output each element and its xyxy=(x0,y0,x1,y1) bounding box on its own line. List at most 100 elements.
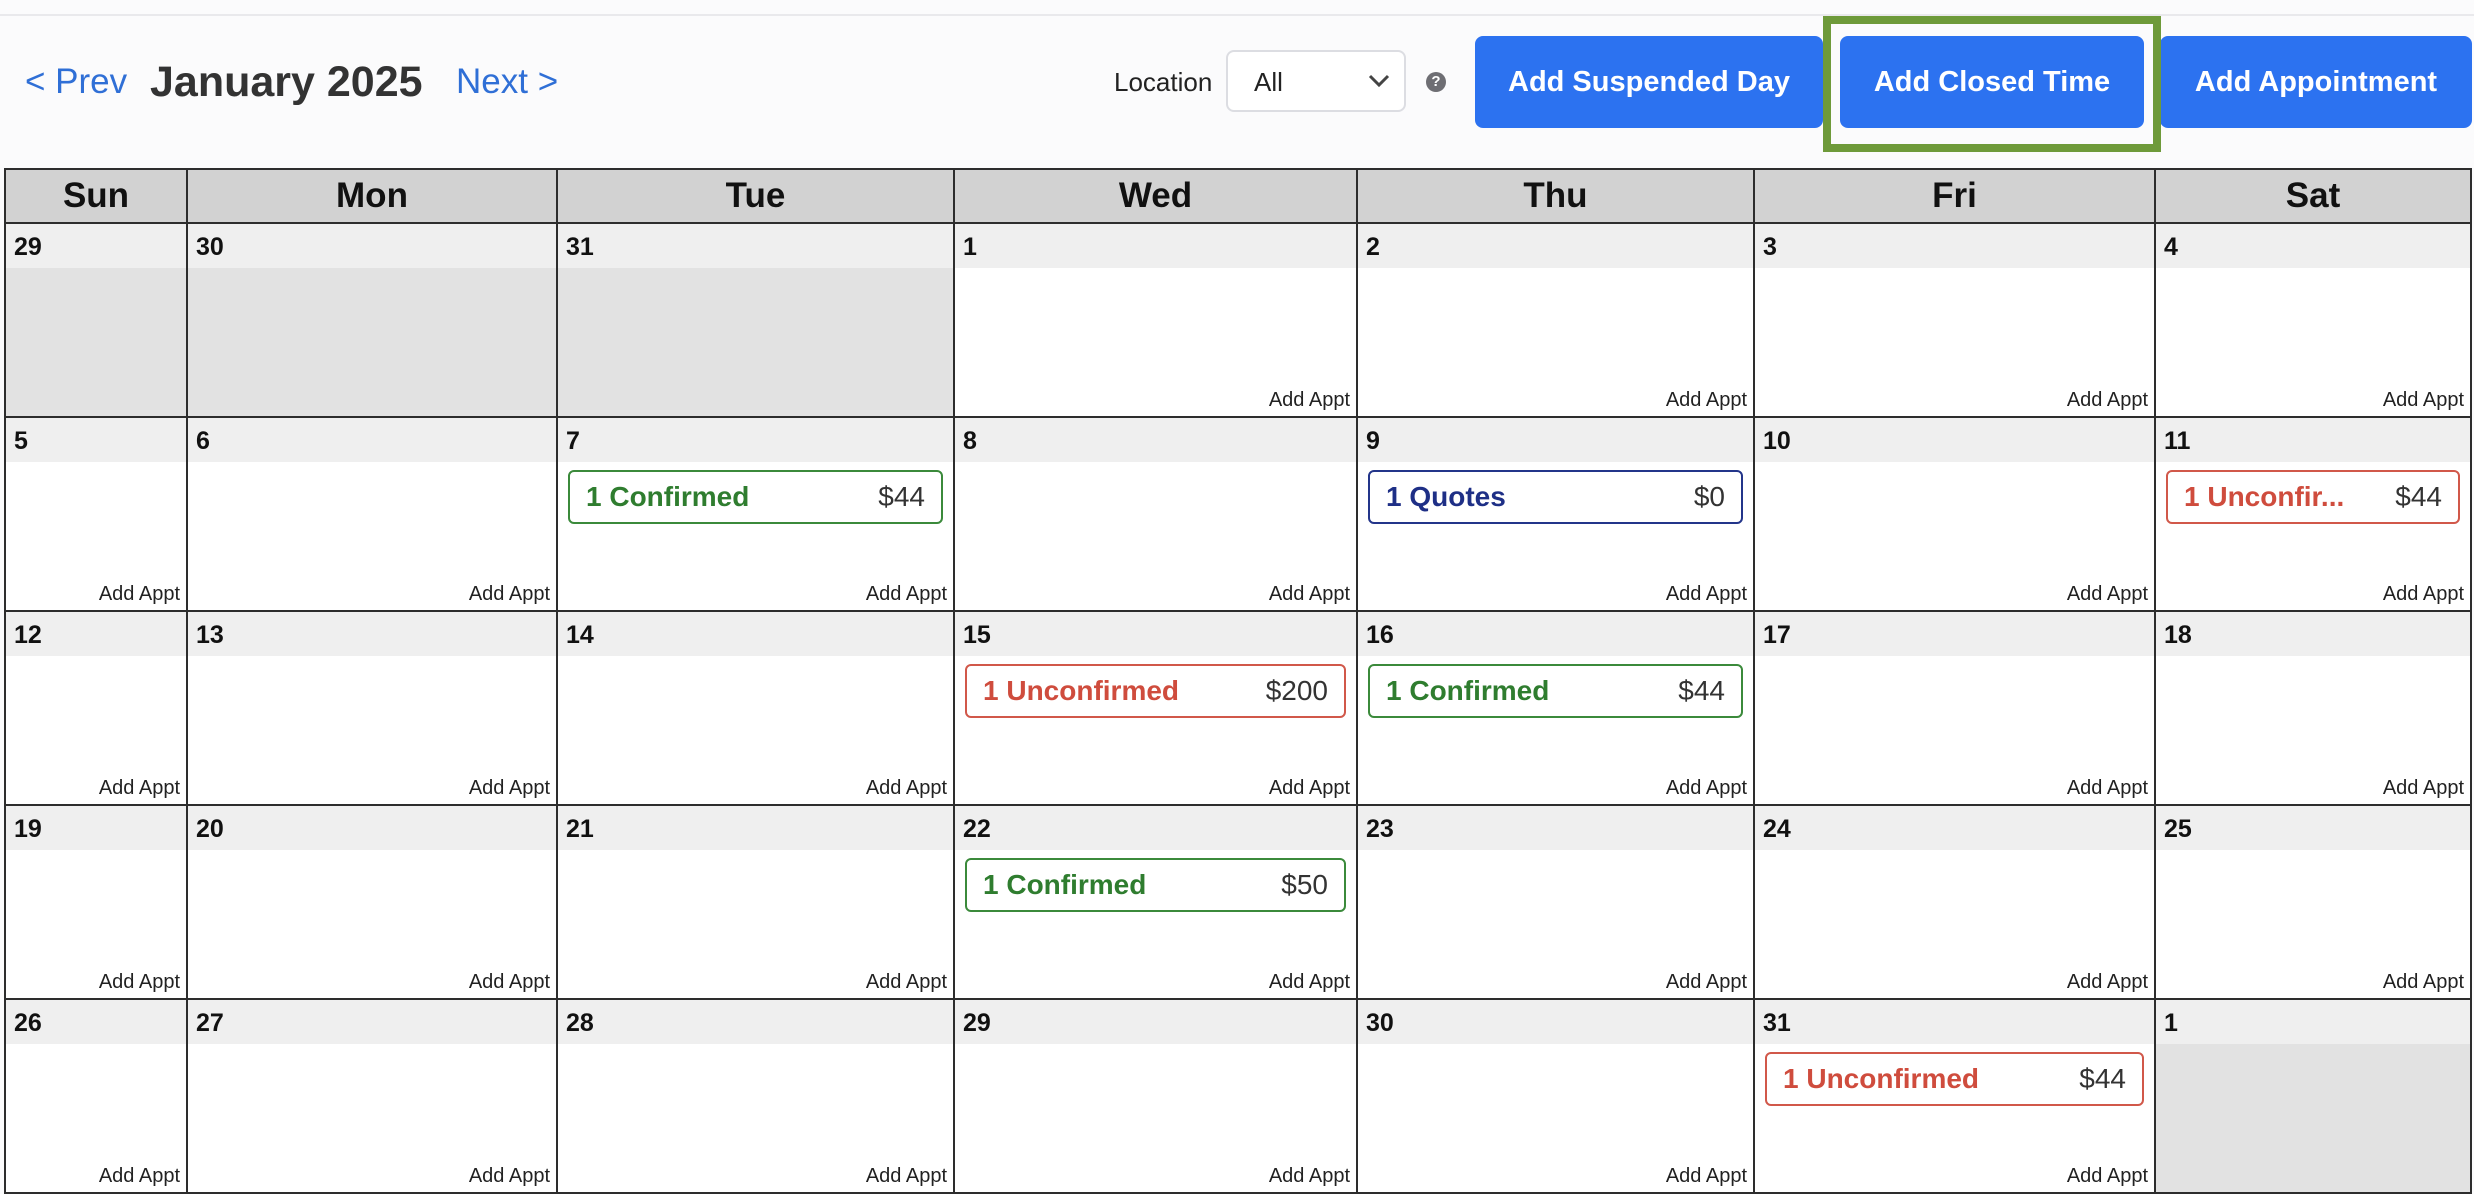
appointment-summary[interactable]: 1 Confirmed $44 xyxy=(568,470,943,524)
day-cell[interactable]: 28 Add Appt xyxy=(556,998,955,1194)
prev-month-link[interactable]: < Prev xyxy=(25,60,127,104)
appointment-amount: $44 xyxy=(1678,675,1725,706)
day-cell[interactable]: 23 Add Appt xyxy=(1356,804,1755,1000)
add-appt-link[interactable]: Add Appt xyxy=(2383,777,2464,800)
day-cell[interactable]: 14 Add Appt xyxy=(556,610,955,806)
day-cell[interactable]: 9 1 Quotes $0 Add Appt xyxy=(1356,416,1755,612)
add-appt-link[interactable]: Add Appt xyxy=(469,971,550,994)
add-appt-link[interactable]: Add Appt xyxy=(99,1165,180,1188)
day-cell-content: 1 xyxy=(2156,1000,2470,1192)
add-appt-link[interactable]: Add Appt xyxy=(1666,583,1747,606)
add-appt-link[interactable]: Add Appt xyxy=(2383,583,2464,606)
day-number: 8 xyxy=(955,418,1356,462)
add-appt-link[interactable]: Add Appt xyxy=(866,1165,947,1188)
add-appt-link[interactable]: Add Appt xyxy=(1269,389,1350,412)
day-cell-content: 29 Add Appt xyxy=(955,1000,1356,1192)
add-appt-link[interactable]: Add Appt xyxy=(2067,389,2148,412)
day-cell[interactable]: 1 xyxy=(2154,998,2472,1194)
day-cell[interactable]: 3 Add Appt xyxy=(1753,222,2156,418)
help-icon[interactable]: ? xyxy=(1426,72,1446,92)
location-select[interactable]: All xyxy=(1226,50,1406,112)
add-appt-link[interactable]: Add Appt xyxy=(1666,1165,1747,1188)
day-cell[interactable]: 2 Add Appt xyxy=(1356,222,1755,418)
week-row: 26 Add Appt 27 Add Appt 28 Add Appt 29 Add Appt… xyxy=(4,998,2472,1194)
add-appt-link[interactable]: Add Appt xyxy=(2067,777,2148,800)
weekday-header: Tue xyxy=(556,168,955,224)
add-appt-link[interactable]: Add Appt xyxy=(866,777,947,800)
appointment-summary[interactable]: 1 Confirmed $50 xyxy=(965,858,1346,912)
day-number: 15 xyxy=(955,612,1356,656)
add-appt-link[interactable]: Add Appt xyxy=(1666,389,1747,412)
add-appt-link[interactable]: Add Appt xyxy=(1269,1165,1350,1188)
appointment-summary[interactable]: 1 Unconfirmed $44 xyxy=(1765,1052,2144,1106)
add-appt-link[interactable]: Add Appt xyxy=(2383,971,2464,994)
day-cell[interactable]: 21 Add Appt xyxy=(556,804,955,1000)
day-cell[interactable]: 19 Add Appt xyxy=(4,804,188,1000)
add-appt-link[interactable]: Add Appt xyxy=(2067,1165,2148,1188)
appointment-summary[interactable]: 1 Confirmed $44 xyxy=(1368,664,1743,718)
add-appointment-button[interactable]: Add Appointment xyxy=(2160,36,2472,128)
day-cell[interactable]: 22 1 Confirmed $50 Add Appt xyxy=(953,804,1358,1000)
day-cell[interactable]: 5 Add Appt xyxy=(4,416,188,612)
appointment-summary[interactable]: 1 Unconfirmed $200 xyxy=(965,664,1346,718)
day-cell[interactable]: 8 Add Appt xyxy=(953,416,1358,612)
next-month-link[interactable]: Next > xyxy=(456,60,558,104)
add-appt-link[interactable]: Add Appt xyxy=(2067,971,2148,994)
day-cell-content: 24 Add Appt xyxy=(1755,806,2154,998)
day-cell[interactable]: 30 Add Appt xyxy=(1356,998,1755,1194)
add-appt-link[interactable]: Add Appt xyxy=(99,777,180,800)
add-appt-link[interactable]: Add Appt xyxy=(1269,971,1350,994)
day-number: 19 xyxy=(6,806,186,850)
day-cell[interactable]: 10 Add Appt xyxy=(1753,416,2156,612)
day-cell[interactable]: 7 1 Confirmed $44 Add Appt xyxy=(556,416,955,612)
day-cell[interactable]: 11 1 Unconfir... $44 Add Appt xyxy=(2154,416,2472,612)
appointment-amount: $50 xyxy=(1281,869,1328,900)
day-number: 25 xyxy=(2156,806,2470,850)
day-number: 1 xyxy=(955,224,1356,268)
add-appt-link[interactable]: Add Appt xyxy=(1269,777,1350,800)
day-number: 13 xyxy=(188,612,556,656)
day-cell[interactable]: 4 Add Appt xyxy=(2154,222,2472,418)
add-appt-link[interactable]: Add Appt xyxy=(866,583,947,606)
day-cell[interactable]: 24 Add Appt xyxy=(1753,804,2156,1000)
day-cell[interactable]: 17 Add Appt xyxy=(1753,610,2156,806)
day-cell[interactable]: 31 xyxy=(556,222,955,418)
add-suspended-day-button[interactable]: Add Suspended Day xyxy=(1475,36,1823,128)
day-cell[interactable]: 6 Add Appt xyxy=(186,416,558,612)
day-number: 5 xyxy=(6,418,186,462)
day-cell[interactable]: 20 Add Appt xyxy=(186,804,558,1000)
day-number: 3 xyxy=(1755,224,2154,268)
day-cell[interactable]: 18 Add Appt xyxy=(2154,610,2472,806)
day-cell[interactable]: 29 xyxy=(4,222,188,418)
day-cell[interactable]: 12 Add Appt xyxy=(4,610,188,806)
appointment-summary[interactable]: 1 Quotes $0 xyxy=(1368,470,1743,524)
day-number: 1 xyxy=(2156,1000,2470,1044)
add-appt-link[interactable]: Add Appt xyxy=(2067,583,2148,606)
add-appt-link[interactable]: Add Appt xyxy=(1666,777,1747,800)
day-cell[interactable]: 30 xyxy=(186,222,558,418)
add-appt-link[interactable]: Add Appt xyxy=(469,1165,550,1188)
day-cell[interactable]: 29 Add Appt xyxy=(953,998,1358,1194)
add-appt-link[interactable]: Add Appt xyxy=(2383,389,2464,412)
add-appt-link[interactable]: Add Appt xyxy=(469,777,550,800)
day-cell[interactable]: 16 1 Confirmed $44 Add Appt xyxy=(1356,610,1755,806)
day-cell[interactable]: 25 Add Appt xyxy=(2154,804,2472,1000)
location-label: Location xyxy=(1114,67,1213,97)
day-cell[interactable]: 31 1 Unconfirmed $44 Add Appt xyxy=(1753,998,2156,1194)
day-cell[interactable]: 13 Add Appt xyxy=(186,610,558,806)
add-appt-link[interactable]: Add Appt xyxy=(469,583,550,606)
appointment-summary[interactable]: 1 Unconfir... $44 xyxy=(2166,470,2460,524)
day-number: 31 xyxy=(1755,1000,2154,1044)
day-cell[interactable]: 27 Add Appt xyxy=(186,998,558,1194)
day-cell[interactable]: 15 1 Unconfirmed $200 Add Appt xyxy=(953,610,1358,806)
day-number: 18 xyxy=(2156,612,2470,656)
add-appt-link[interactable]: Add Appt xyxy=(866,971,947,994)
add-appt-link[interactable]: Add Appt xyxy=(1269,583,1350,606)
add-appt-link[interactable]: Add Appt xyxy=(1666,971,1747,994)
add-appt-link[interactable]: Add Appt xyxy=(99,583,180,606)
day-cell[interactable]: 26 Add Appt xyxy=(4,998,188,1194)
add-appt-link[interactable]: Add Appt xyxy=(99,971,180,994)
weekday-header: Fri xyxy=(1753,168,2156,224)
weekday-header: Sun xyxy=(4,168,188,224)
day-cell[interactable]: 1 Add Appt xyxy=(953,222,1358,418)
